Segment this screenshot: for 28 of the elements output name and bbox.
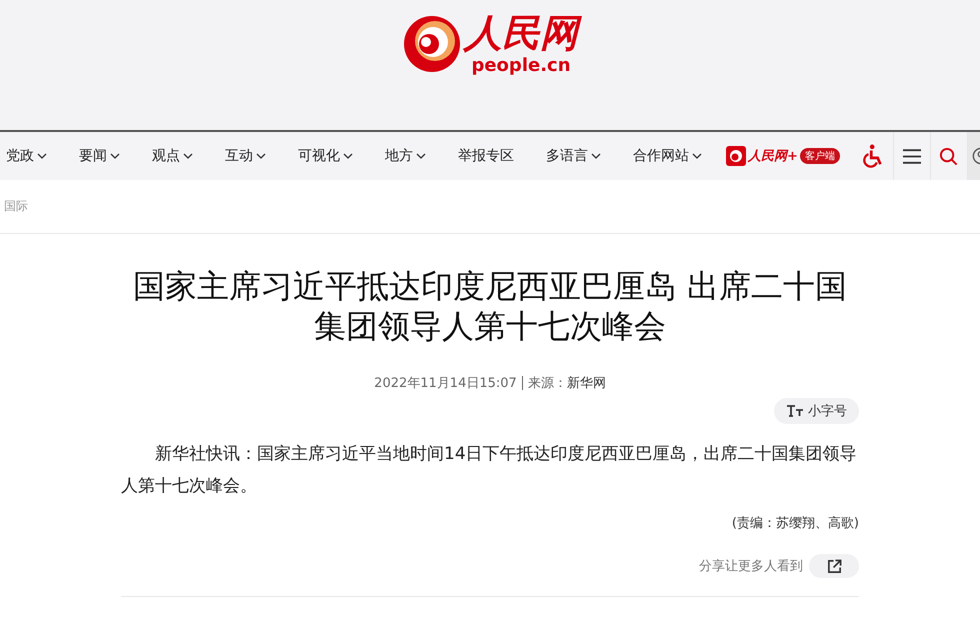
app-link[interactable]: 人民网+ 客户端 <box>726 146 840 166</box>
nav-item[interactable]: 举报专区 <box>458 147 514 165</box>
article-paragraph: 新华社快讯：国家主席习近平当地时间14日下午抵达印度尼西亚巴厘岛，出席二十国集团领导人第十七次峰会。 <box>121 443 858 498</box>
app-name: 人民网+ <box>748 148 798 165</box>
nav-item[interactable]: 党政 <box>6 147 47 165</box>
source-label: 来源： <box>528 375 567 392</box>
nav-item[interactable]: 要闻 <box>79 147 120 165</box>
share-button[interactable] <box>809 554 859 578</box>
share-label: 分享让更多人看到 <box>699 558 803 575</box>
logo-domain: people.cn <box>471 55 571 77</box>
font-size-button[interactable]: 小字号 <box>774 398 859 424</box>
search-icon <box>939 146 958 166</box>
app-logo-icon <box>726 146 746 166</box>
font-size-icon <box>786 405 804 417</box>
nav-item[interactable]: 合作网站 <box>633 147 702 165</box>
share-icon <box>826 558 842 574</box>
editor-credit: (责编：苏缨翔、高歌) <box>732 515 859 532</box>
nav-item[interactable]: 互动 <box>225 147 266 165</box>
article-title: 国家主席习近平抵达印度尼西亚巴厘岛 出席二十国集团领导人第十七次峰会 <box>132 266 848 346</box>
nav-item[interactable]: 可视化 <box>298 147 353 165</box>
nav-item[interactable]: 观点 <box>152 147 193 165</box>
nav-item[interactable]: 多语言 <box>546 147 601 165</box>
publish-date: 2022年11月14日15:07 <box>374 375 517 392</box>
logo-icon <box>402 14 462 74</box>
menu-icon <box>902 148 921 164</box>
app-badge: 客户端 <box>800 148 840 164</box>
nav-item[interactable]: 地方 <box>385 147 426 165</box>
source-link[interactable]: 新华网 <box>566 374 606 392</box>
